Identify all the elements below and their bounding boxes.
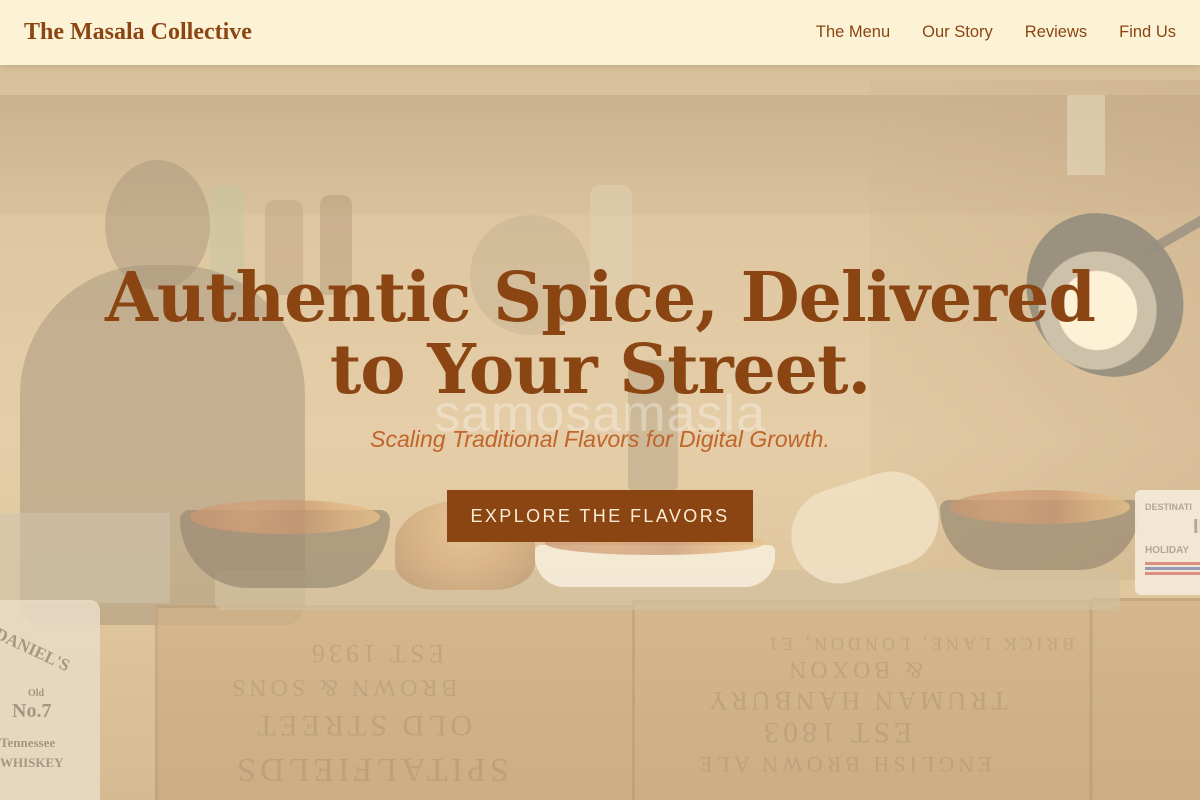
nav-link-reviews[interactable]: Reviews — [1025, 23, 1087, 42]
hero-title-line1: Authentic Spice, Delivered — [105, 258, 1096, 338]
brand-logo[interactable]: The Masala Collective — [24, 19, 252, 46]
nav-link-our-story[interactable]: Our Story — [922, 23, 993, 42]
explore-flavors-button[interactable]: EXPLORE THE FLAVORS — [447, 490, 753, 542]
navbar: The Masala Collective The Menu Our Story… — [0, 0, 1200, 65]
nav-link-menu[interactable]: The Menu — [816, 23, 890, 42]
nav-links: The Menu Our Story Reviews Find Us — [816, 23, 1176, 42]
nav-link-find-us[interactable]: Find Us — [1119, 23, 1176, 42]
hero-subtitle: Scaling Traditional Flavors for Digital … — [370, 426, 830, 452]
